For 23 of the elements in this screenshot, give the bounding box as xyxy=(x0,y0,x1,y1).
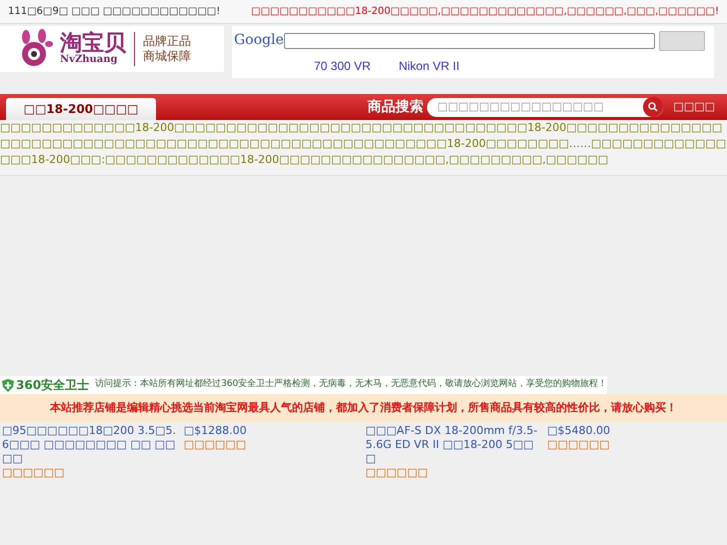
notice-text: □□□□□□□□□□□18-200□□□□□,□□□□□□□□□□□□□,□□□□□□,□□□,□□□□□□! xyxy=(251,5,719,19)
search-icon[interactable] xyxy=(643,97,664,117)
nav-tab[interactable]: □□18-200□□□□ xyxy=(6,98,156,120)
logo-latin: NvZhuang xyxy=(60,55,119,65)
product-price: □$5480.00 xyxy=(547,424,612,438)
search-link[interactable]: 70 300 VR xyxy=(314,57,371,75)
slogan-text: 商城保障 xyxy=(143,49,191,64)
security-brand: 360安全卫士 xyxy=(16,377,90,394)
search-link[interactable]: Nikon VR II xyxy=(398,57,460,75)
security-message: 访问提示：本站所有网址都经过360安全卫士严格检测，无病毒，无木马，无恶意代码，敬请放心浏览网站，享受您的购物旅程！ xyxy=(95,378,608,392)
search-placeholder: □□□□□□□□□□□□□□□□ xyxy=(437,98,604,115)
slogan-text: 品牌正品 xyxy=(143,34,191,49)
search-link[interactable]: □□□□ xyxy=(667,98,721,116)
search-field[interactable] xyxy=(284,32,655,48)
search-button[interactable] xyxy=(659,30,705,50)
intro-paragraph: □□□□□□□□□□□□□18-200□□□□□□□□□□□□□□□□□□□□□□□□□□□□□□□□□□18-200□□□□□□□□□□□□□□□□□□□□□□□□□□□□□□□□□□□□□□□□□□□□□□□□□□□□□□□□□□18-200□□□□□□□□……□□□□□□□□□□□□□□□□18-200□□□:□□□□□□□□□□□□□18-200□□□□□□□□□□□□□□□□,□□□□□□□□□,□□□□□□ xyxy=(0,120,727,168)
product-title[interactable]: □□□AF-S DX 18-200mm f/3.5-5.6G ED VR II □□18-200 5□□□ xyxy=(366,424,544,466)
recommend-text: 本站推荐店铺是编辑精心挑选当前淘宝网最具人气的店铺，都加入了消费者保障计划，所售商品具有较高的性价比，请放心购买！ xyxy=(50,400,677,416)
search-label: 商品搜索 xyxy=(367,98,424,116)
product-price: □$1288.00 xyxy=(184,424,248,438)
date-text: 111□6□9□ □□□ □□□□□□□□□□□□! xyxy=(8,5,222,19)
logo-name: 淘宝贝 xyxy=(60,33,126,55)
product-title[interactable]: □95□□□□□□18□200 3.5□5.6□□□ □□□□□□□□ □□ □□□□ xyxy=(2,424,180,466)
